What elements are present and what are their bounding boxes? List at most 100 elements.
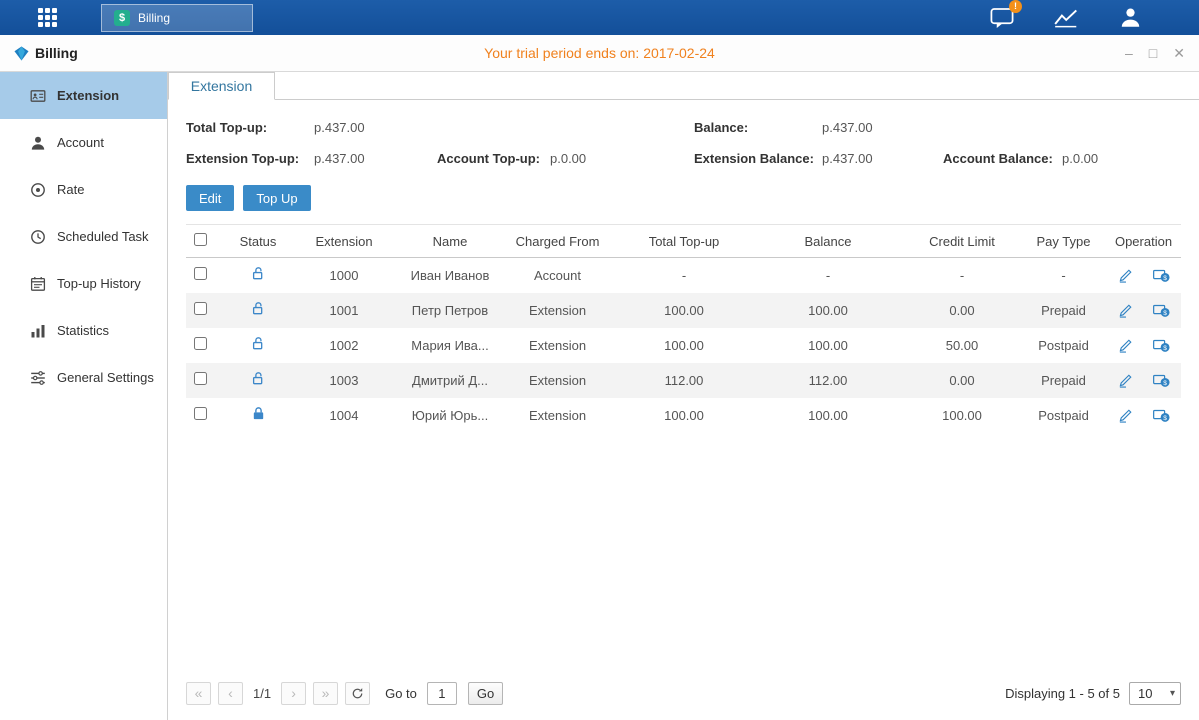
row-checkbox[interactable] [194, 337, 207, 350]
sidebar-item-statistics[interactable]: Statistics [0, 307, 167, 354]
col-total-topup: Total Top-up [615, 225, 753, 258]
col-status: Status [228, 225, 288, 258]
sidebar-item-extension[interactable]: Extension [0, 72, 167, 119]
first-page-button[interactable]: « [186, 682, 211, 705]
col-charged-from: Charged From [500, 225, 615, 258]
cell-pay-type: Postpaid [1021, 328, 1106, 363]
trial-notice: Your trial period ends on: 2017-02-24 [234, 45, 965, 61]
balance-field: Balance: p.437.00 [694, 120, 943, 135]
topup-icon[interactable] [1153, 303, 1170, 318]
calendar-icon [30, 276, 46, 292]
chat-icon[interactable]: ! [988, 4, 1016, 32]
page-size-select[interactable]: 10 ▾ [1129, 682, 1181, 705]
row-checkbox[interactable] [194, 302, 207, 315]
cell-balance: 100.00 [753, 293, 903, 328]
row-checkbox[interactable] [194, 407, 207, 420]
col-pay-type: Pay Type [1021, 225, 1106, 258]
cell-pay-type: Prepaid [1021, 363, 1106, 398]
topup-icon[interactable] [1153, 268, 1170, 283]
app-grid-icon[interactable] [38, 8, 57, 27]
cell-credit-limit: 0.00 [903, 293, 1021, 328]
cell-extension: 1001 [288, 293, 400, 328]
pagination-bar: « ‹ 1/1 › » Go to Go Displaying 1 - 5 of… [168, 672, 1199, 720]
col-name: Name [400, 225, 500, 258]
cell-extension: 1000 [288, 258, 400, 293]
cell-total-topup: - [615, 258, 753, 293]
edit-icon[interactable] [1117, 268, 1134, 283]
last-page-button[interactable]: » [313, 682, 338, 705]
lock-open-icon[interactable] [251, 266, 266, 281]
lock-open-icon[interactable] [251, 371, 266, 386]
cell-name: Петр Петров [400, 293, 500, 328]
account-balance-value: p.0.00 [1062, 151, 1098, 166]
edit-icon[interactable] [1117, 408, 1134, 423]
tab-extension-label: Extension [191, 78, 252, 94]
prev-page-button[interactable]: ‹ [218, 682, 243, 705]
main-content: Extension Total Top-up: p.437.00 Balance… [168, 72, 1199, 720]
sidebar-item-general-settings[interactable]: General Settings [0, 354, 167, 401]
row-checkbox[interactable] [194, 267, 207, 280]
balance-summary: Total Top-up: p.437.00 Balance: p.437.00… [168, 100, 1199, 168]
topup-icon[interactable] [1153, 373, 1170, 388]
sidebar-item-account[interactable]: Account [0, 119, 167, 166]
user-icon[interactable] [1116, 4, 1144, 32]
edit-button[interactable]: Edit [186, 185, 234, 211]
cell-total-topup: 100.00 [615, 328, 753, 363]
edit-icon[interactable] [1117, 303, 1134, 318]
cell-charged-from: Extension [500, 328, 615, 363]
goto-page-input[interactable] [427, 682, 457, 705]
cell-total-topup: 100.00 [615, 293, 753, 328]
dollar-icon: $ [114, 10, 130, 26]
cell-balance: 100.00 [753, 398, 903, 433]
extension-balance-value: p.437.00 [822, 151, 873, 166]
cell-credit-limit: - [903, 258, 1021, 293]
topup-icon[interactable] [1153, 408, 1170, 423]
lock-open-icon[interactable] [251, 336, 266, 351]
sidebar-item-scheduled-task[interactable]: Scheduled Task [0, 213, 167, 260]
minimize-icon[interactable]: – [1125, 46, 1133, 60]
window-title-label: Billing [35, 45, 78, 61]
window-title: Billing [14, 45, 234, 61]
cell-credit-limit: 50.00 [903, 328, 1021, 363]
table-row: 1004 Юрий Юрь... Extension 100.00 100.00… [186, 398, 1181, 433]
col-extension: Extension [288, 225, 400, 258]
cell-extension: 1003 [288, 363, 400, 398]
lock-open-icon[interactable] [251, 301, 266, 316]
cell-extension: 1002 [288, 328, 400, 363]
maximize-icon[interactable]: □ [1149, 46, 1157, 60]
app-window: $ Billing ! Billing Your trial period en… [0, 0, 1199, 720]
billing-app-tab[interactable]: $ Billing [101, 4, 253, 32]
lock-closed-icon[interactable] [251, 406, 266, 421]
close-icon[interactable]: ✕ [1173, 46, 1185, 60]
table-row: 1002 Мария Ива... Extension 100.00 100.0… [186, 328, 1181, 363]
edit-icon[interactable] [1117, 338, 1134, 353]
refresh-button[interactable] [345, 682, 370, 705]
row-checkbox[interactable] [194, 372, 207, 385]
cell-name: Дмитрий Д... [400, 363, 500, 398]
extension-topup-value: p.437.00 [314, 151, 365, 166]
edit-icon[interactable] [1117, 373, 1134, 388]
col-credit-limit: Credit Limit [903, 225, 1021, 258]
select-all-cell [186, 225, 228, 258]
sidebar-item-rate[interactable]: Rate [0, 166, 167, 213]
topup-icon[interactable] [1153, 338, 1170, 353]
cell-charged-from: Extension [500, 293, 615, 328]
top-up-button[interactable]: Top Up [243, 185, 310, 211]
select-all-checkbox[interactable] [194, 233, 207, 246]
cell-credit-limit: 0.00 [903, 363, 1021, 398]
sidebar-item-label: Account [57, 135, 104, 150]
cell-total-topup: 112.00 [615, 363, 753, 398]
next-page-button[interactable]: › [281, 682, 306, 705]
pager: « ‹ 1/1 › » Go to Go [186, 682, 503, 705]
table-row: 1003 Дмитрий Д... Extension 112.00 112.0… [186, 363, 1181, 398]
tab-extension[interactable]: Extension [168, 72, 275, 100]
notification-badge: ! [1009, 0, 1022, 13]
sidebar-item-topup-history[interactable]: Top-up History [0, 260, 167, 307]
go-button[interactable]: Go [468, 682, 503, 705]
billing-app-tab-label: Billing [138, 11, 170, 25]
table-header-row: Status Extension Name Charged From Total… [186, 225, 1181, 258]
chart-icon[interactable] [1052, 4, 1080, 32]
account-balance-field: Account Balance: p.0.00 [943, 151, 1181, 166]
sidebar-item-label: Extension [57, 88, 119, 103]
total-topup-field: Total Top-up: p.437.00 [186, 120, 437, 135]
